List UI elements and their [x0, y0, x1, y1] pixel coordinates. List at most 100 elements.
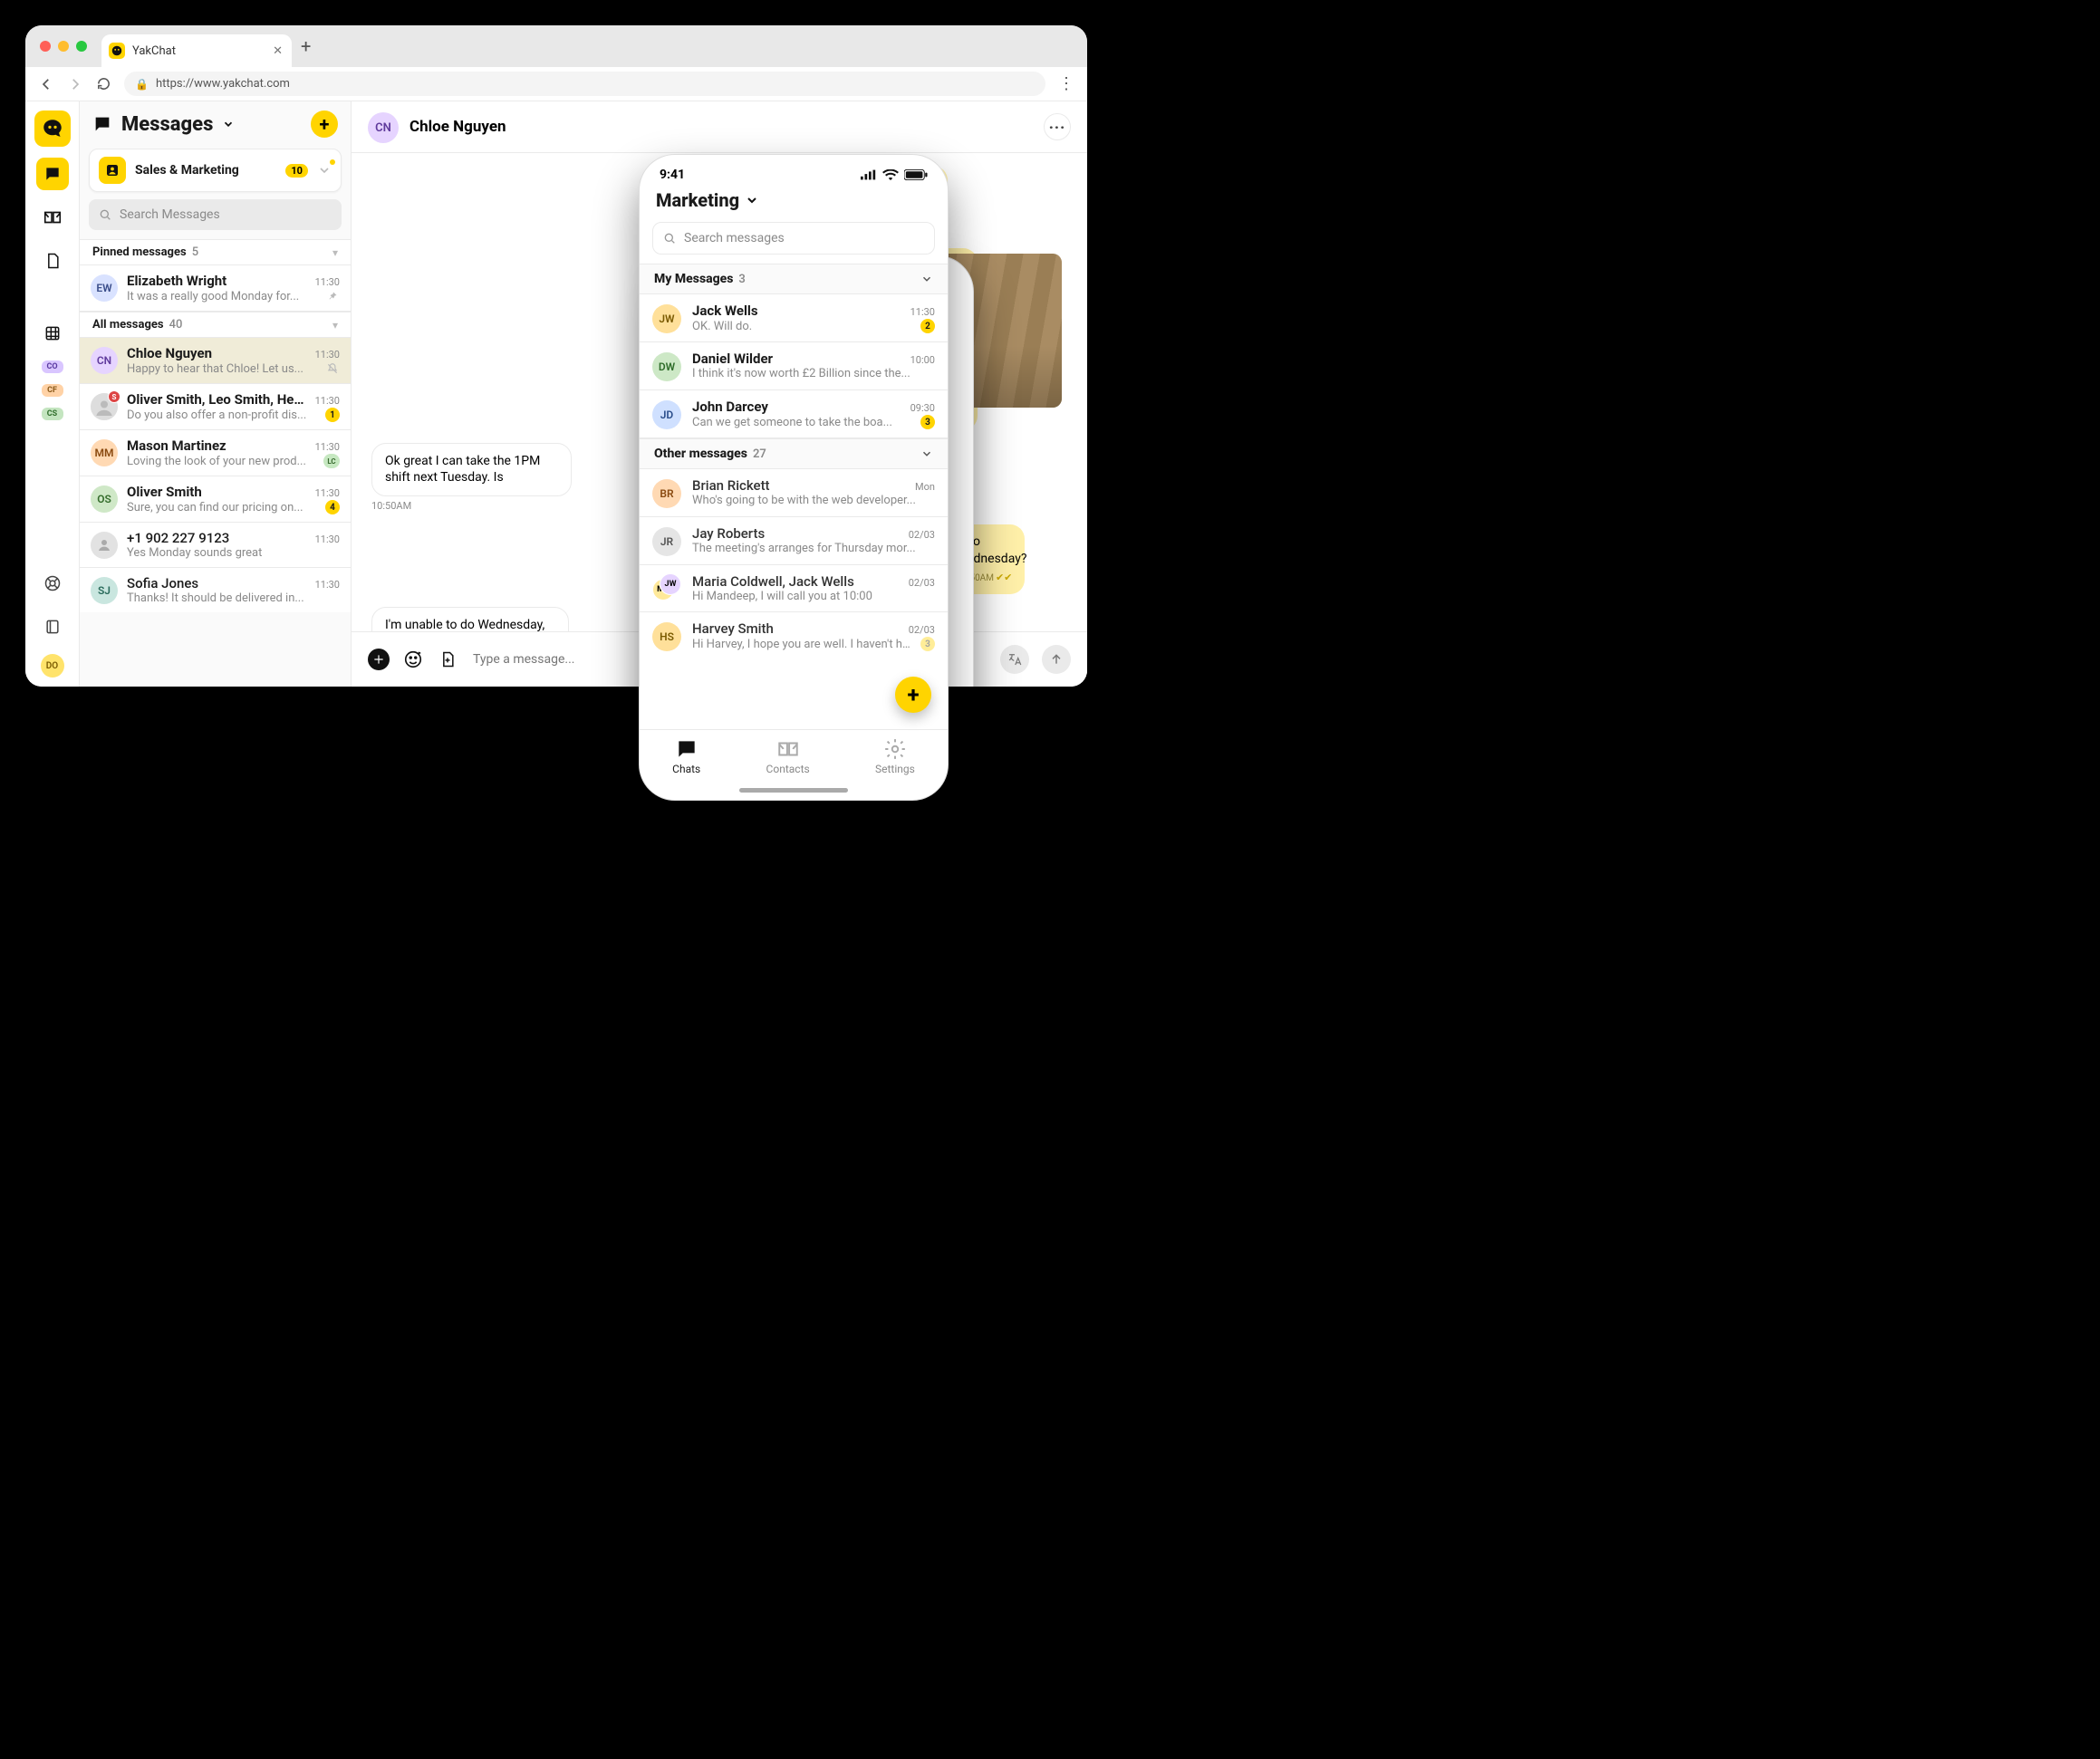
row-preview: It was a really good Monday for...	[127, 290, 320, 303]
rail-mini-co[interactable]: CO	[42, 360, 63, 373]
row-preview: Do you also offer a non-profit dis...	[127, 409, 320, 422]
battery-icon	[904, 169, 928, 180]
phone-row[interactable]: HS Harvey Smith02/03 Hi Harvey, I hope y…	[640, 612, 948, 659]
section-count: 3	[738, 273, 745, 286]
conv-name: Chloe Nguyen	[409, 118, 506, 136]
inbox-row[interactable]: SJ Sofia Jones11:30 Thanks! It should be…	[80, 568, 351, 612]
new-message-button[interactable]: +	[311, 111, 338, 138]
browser-tab-title: YakChat	[132, 44, 265, 58]
inbox-row-selected[interactable]: CN Chloe Nguyen11:30 Happy to hear that …	[80, 338, 351, 384]
new-tab-button[interactable]: +	[292, 35, 320, 57]
compose-add-icon[interactable]	[368, 649, 390, 670]
row-preview: Can we get someone to take the boa...	[692, 416, 915, 429]
row-time: 11:30	[315, 487, 340, 499]
pin-icon	[325, 289, 340, 303]
inbox-row[interactable]: OS Oliver Smith11:30 Sure, you can find …	[80, 476, 351, 523]
url-field[interactable]: 🔒 https://www.yakchat.com	[124, 72, 1045, 96]
org-name: Sales & Marketing	[135, 163, 276, 178]
chevron-down-icon	[920, 447, 933, 460]
section-all[interactable]: All messages 40 ▾	[80, 312, 351, 338]
translate-icon[interactable]	[1000, 645, 1029, 674]
read-check-icon: ✔✔	[996, 572, 1012, 585]
phone-section-other[interactable]: Other messages 27	[640, 438, 948, 469]
inbox-dropdown-icon[interactable]	[222, 118, 235, 130]
avatar: SJ	[91, 577, 118, 604]
phone-title-dropdown[interactable]: Marketing	[656, 189, 931, 211]
nav-back-icon[interactable]	[38, 76, 54, 92]
conv-avatar: CN	[368, 112, 399, 143]
phone-row[interactable]: BR Brian RickettMon Who's going to be wi…	[640, 469, 948, 517]
section-label: My Messages	[654, 272, 733, 286]
maximize-window[interactable]	[76, 41, 87, 52]
group-avatar: MC JW	[652, 573, 681, 602]
phone-section-my[interactable]: My Messages 3	[640, 264, 948, 294]
phone-search[interactable]: Search messages	[652, 222, 935, 255]
nav-help-icon[interactable]	[36, 567, 69, 600]
row-name: Jack Wells	[692, 303, 758, 319]
inbox-row[interactable]: MM Mason Martinez11:30 Loving the look o…	[80, 430, 351, 476]
inbox-row[interactable]: S Oliver Smith, Leo Smith, Hect...11:30 …	[80, 384, 351, 430]
phone-title-text: Marketing	[656, 189, 739, 211]
unread-badge: 4	[325, 500, 340, 514]
search-icon	[98, 207, 112, 222]
reload-icon[interactable]	[96, 76, 111, 91]
row-preview: Hi Harvey, I hope you are well. I haven'…	[692, 638, 915, 651]
compose-attach-icon[interactable]	[437, 649, 458, 670]
nav-forward-icon[interactable]	[67, 76, 83, 92]
signal-icon	[861, 169, 877, 180]
bubble-text: I'm unable to do Wednesday, but I can do…	[385, 618, 544, 631]
browser-menu-icon[interactable]: ⋮	[1058, 74, 1074, 93]
section-pinned[interactable]: Pinned messages 5 ▾	[80, 239, 351, 265]
send-icon[interactable]	[1042, 645, 1071, 674]
inbox-search-placeholder: Search Messages	[120, 207, 220, 222]
group-sub-badge: S	[108, 390, 120, 403]
inbox-search[interactable]: Search Messages	[89, 199, 342, 230]
close-tab-icon[interactable]: ✕	[273, 44, 283, 58]
tab-label: Settings	[875, 763, 915, 775]
phone-new-message[interactable]: +	[895, 677, 931, 713]
rail-current-user[interactable]: DO	[41, 654, 64, 678]
nav-chats-icon[interactable]	[36, 158, 69, 190]
phone-row[interactable]: JW Jack Wells11:30 OK. Will do. 2	[640, 294, 948, 342]
nav-files-icon[interactable]	[36, 245, 69, 277]
inbox-header: Messages +	[80, 101, 351, 147]
phone-row[interactable]: DW Daniel Wilder10:00 I think it's now w…	[640, 342, 948, 390]
rail-mini-cf[interactable]: CF	[42, 384, 63, 397]
tab-contacts[interactable]: Contacts	[766, 737, 810, 775]
compose-emoji-icon[interactable]	[402, 649, 424, 670]
app-logo[interactable]	[34, 111, 71, 147]
home-indicator[interactable]	[739, 788, 848, 793]
org-chevron-icon	[317, 163, 332, 178]
nav-contacts-icon[interactable]	[36, 201, 69, 234]
row-name: Harvey Smith	[692, 620, 774, 637]
rail-mini-cs[interactable]: CS	[42, 408, 63, 420]
nav-apps-icon[interactable]	[36, 317, 69, 350]
avatar: BR	[652, 479, 681, 508]
bubble-text: Ok great I can take the 1PM shift next T…	[385, 454, 540, 485]
phone-row[interactable]: JR Jay Roberts02/03 The meeting's arrang…	[640, 517, 948, 565]
conv-more-icon[interactable]: ···	[1044, 113, 1071, 140]
section-pinned-label: Pinned messages	[92, 245, 187, 259]
tab-chats[interactable]: Chats	[672, 737, 700, 775]
close-window[interactable]	[40, 41, 51, 52]
row-name: Chloe Nguyen	[127, 345, 212, 361]
inbox-row[interactable]: EW Elizabeth Wright11:30 It was a really…	[80, 265, 351, 312]
bubble-in: I'm unable to do Wednesday, but I can do…	[371, 607, 569, 631]
browser-tab[interactable]: YakChat ✕	[101, 34, 292, 67]
phone-row[interactable]: JD John Darcey09:30 Can we get someone t…	[640, 390, 948, 438]
minimize-window[interactable]	[58, 41, 69, 52]
unread-badge: 2	[920, 319, 935, 333]
unread-badge: 3	[920, 415, 935, 429]
row-preview: Sure, you can find our pricing on...	[127, 501, 320, 514]
row-time: 11:30	[315, 441, 340, 453]
phone-row[interactable]: MC JW Maria Coldwell, Jack Wells02/03 Hi…	[640, 565, 948, 612]
tab-settings[interactable]: Settings	[875, 737, 915, 775]
chats-icon	[675, 737, 698, 761]
inbox-row[interactable]: +1 902 227 912311:30 Yes Monday sounds g…	[80, 523, 351, 568]
org-selector[interactable]: Sales & Marketing +(1) 224 456 544 10	[89, 149, 342, 192]
nav-library-icon[interactable]	[36, 610, 69, 643]
chevron-down-icon	[920, 273, 933, 285]
row-name: Oliver Smith	[127, 484, 202, 500]
row-time: 09:30	[910, 402, 935, 414]
row-preview: Yes Monday sounds great	[127, 546, 340, 560]
